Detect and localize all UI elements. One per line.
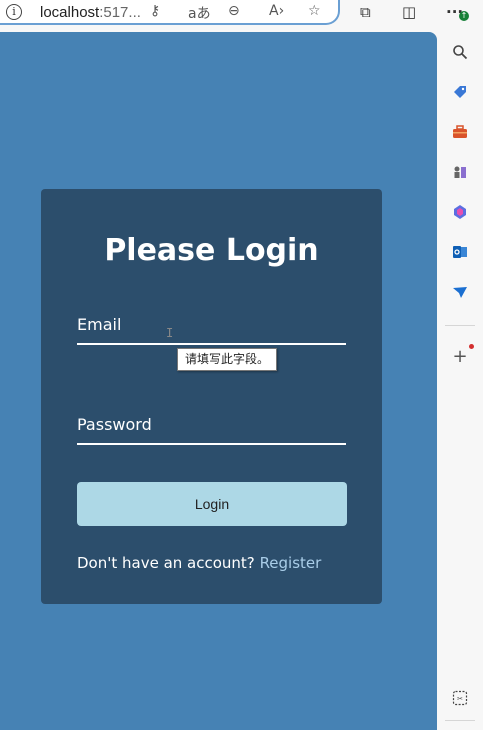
translate-icon[interactable]: aあ <box>188 3 211 23</box>
register-prompt: Don't have an account? Register <box>77 554 321 572</box>
url-host: localhost <box>40 4 100 21</box>
validation-tooltip: 请填写此字段。 <box>177 348 277 371</box>
outlook-icon[interactable] <box>451 244 469 262</box>
sidebar-divider <box>445 325 475 326</box>
info-icon[interactable]: i <box>6 4 22 20</box>
puzzle-icon[interactable]: ⧉ <box>360 3 371 21</box>
text-cursor-icon: I <box>166 326 174 340</box>
update-badge-icon: ↑ <box>459 11 469 21</box>
zoom-out-icon[interactable]: ⊖ <box>228 3 240 19</box>
chess-icon[interactable] <box>451 164 469 182</box>
screenshot-icon[interactable]: ✂ <box>451 690 469 708</box>
split-screen-icon[interactable]: ◫ <box>402 3 416 21</box>
login-card: Please Login Login Don't have an account… <box>41 189 382 604</box>
register-link[interactable]: Register <box>260 554 322 572</box>
copilot-icon[interactable] <box>451 204 469 222</box>
send-icon[interactable] <box>451 284 469 302</box>
email-input[interactable] <box>77 311 346 345</box>
search-icon[interactable] <box>451 44 469 62</box>
plus-icon[interactable]: + <box>451 348 469 366</box>
toolbox-icon[interactable] <box>451 124 469 142</box>
browser-toolbar: i localhost:517... ⚷ aあ ⊖ A› ☆ ⧉ ◫ ··· <box>0 0 483 28</box>
read-aloud-icon[interactable]: A› <box>269 3 284 19</box>
svg-text:✂: ✂ <box>457 695 463 703</box>
edge-sidebar: + ✂ <box>437 28 483 730</box>
key-icon[interactable]: ⚷ <box>150 3 160 19</box>
register-prompt-text: Don't have an account? <box>77 554 255 572</box>
url-rest: :517... <box>99 4 141 21</box>
url-text[interactable]: localhost:517... <box>40 4 141 21</box>
notification-dot-icon <box>469 344 474 349</box>
star-icon[interactable]: ☆ <box>308 3 321 19</box>
tag-icon[interactable] <box>451 84 469 102</box>
login-button[interactable]: Login <box>77 482 347 526</box>
page-title: Please Login <box>104 233 319 268</box>
address-bar[interactable]: i localhost:517... ⚷ aあ ⊖ A› ☆ <box>0 0 340 25</box>
sidebar-bottom-divider <box>445 720 475 721</box>
password-input[interactable] <box>77 411 346 445</box>
